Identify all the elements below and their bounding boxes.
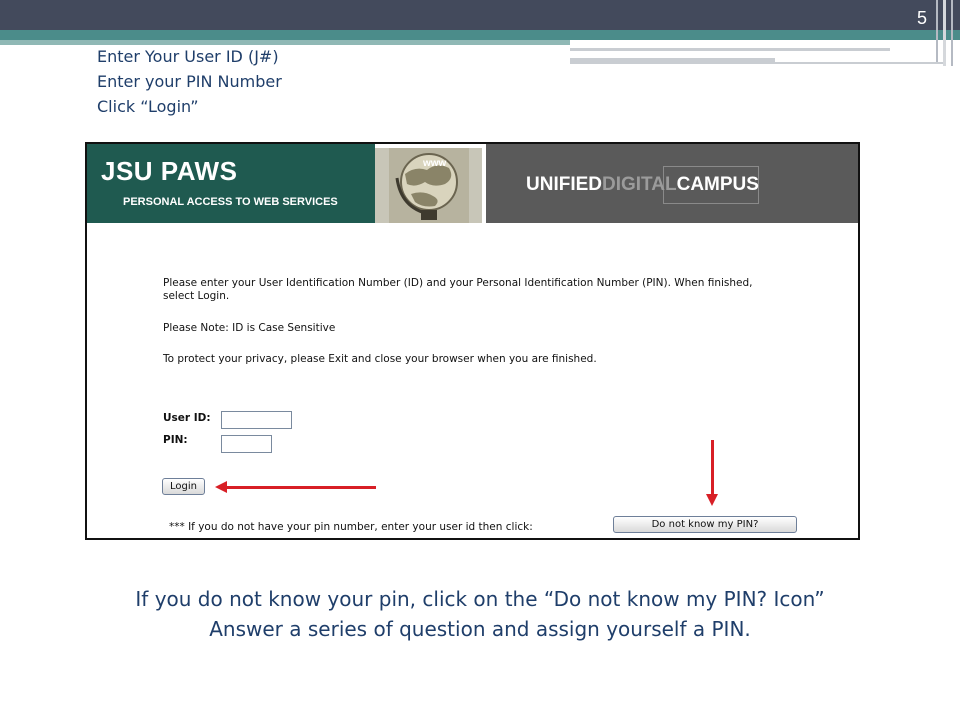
user-id-label: User ID:	[163, 412, 211, 424]
globe-image: www	[375, 148, 482, 223]
paws-banner: JSU PAWS PERSONAL ACCESS TO WEB SERVICES	[87, 144, 375, 223]
globe-label: www	[422, 158, 447, 169]
pin-input[interactable]	[221, 435, 272, 453]
slide-decor-line	[570, 58, 775, 64]
globe-icon: www	[375, 148, 482, 223]
forgot-pin-prompt: *** If you do not have your pin number, …	[169, 521, 533, 533]
udc-logo-end: CAMPUS	[676, 174, 759, 195]
forgot-pin-button[interactable]: Do not know my PIN?	[613, 516, 797, 533]
login-instructions: Please enter your User Identification Nu…	[163, 277, 753, 303]
udc-logo-start: UNIFIED	[526, 174, 602, 195]
login-screenshot: JSU PAWS PERSONAL ACCESS TO WEB SERVICES…	[85, 142, 860, 540]
banner-subtitle: PERSONAL ACCESS TO WEB SERVICES	[123, 196, 338, 208]
slide-decor-line	[775, 62, 945, 64]
slide-accent-bar	[0, 30, 960, 40]
intro-line: Enter Your User ID (J#)	[97, 47, 279, 66]
slide-decor-vline	[951, 0, 953, 66]
arrow-to-login-head	[215, 481, 227, 493]
slide-decor-vline	[936, 0, 938, 62]
arrow-to-forgot-pin-head	[706, 494, 718, 506]
intro-line: Click “Login”	[97, 97, 199, 116]
slide-intro: Enter Your User ID (J#) Enter your PIN N…	[97, 44, 282, 119]
login-button[interactable]: Login	[162, 478, 205, 495]
pin-label: PIN:	[163, 434, 188, 446]
slide-top-bar	[0, 0, 960, 30]
slide-caption: If you do not know your pin, click on th…	[0, 584, 960, 644]
udc-logo-mid: DIGITAL	[602, 174, 677, 195]
udc-banner: UNIFIEDDIGITALCAMPUS	[482, 144, 858, 223]
udc-logo: UNIFIEDDIGITALCAMPUS	[526, 174, 759, 196]
intro-line: Enter your PIN Number	[97, 72, 282, 91]
slide-decor-line	[570, 48, 890, 51]
user-id-input[interactable]	[221, 411, 292, 429]
banner-title: JSU PAWS	[101, 156, 238, 186]
arrow-to-forgot-pin	[711, 440, 714, 496]
privacy-note: To protect your privacy, please Exit and…	[163, 353, 597, 365]
slide-number: 5	[916, 8, 927, 28]
instructions-line: select Login.	[163, 290, 230, 302]
caption-line: Answer a series of question and assign y…	[209, 617, 751, 641]
arrow-to-login	[223, 486, 376, 489]
slide-decor-vline	[943, 0, 946, 66]
slide-accent-bar-light	[0, 40, 570, 45]
caption-line: If you do not know your pin, click on th…	[135, 587, 825, 611]
instructions-line: Please enter your User Identification Nu…	[163, 277, 753, 289]
case-note: Please Note: ID is Case Sensitive	[163, 322, 336, 334]
